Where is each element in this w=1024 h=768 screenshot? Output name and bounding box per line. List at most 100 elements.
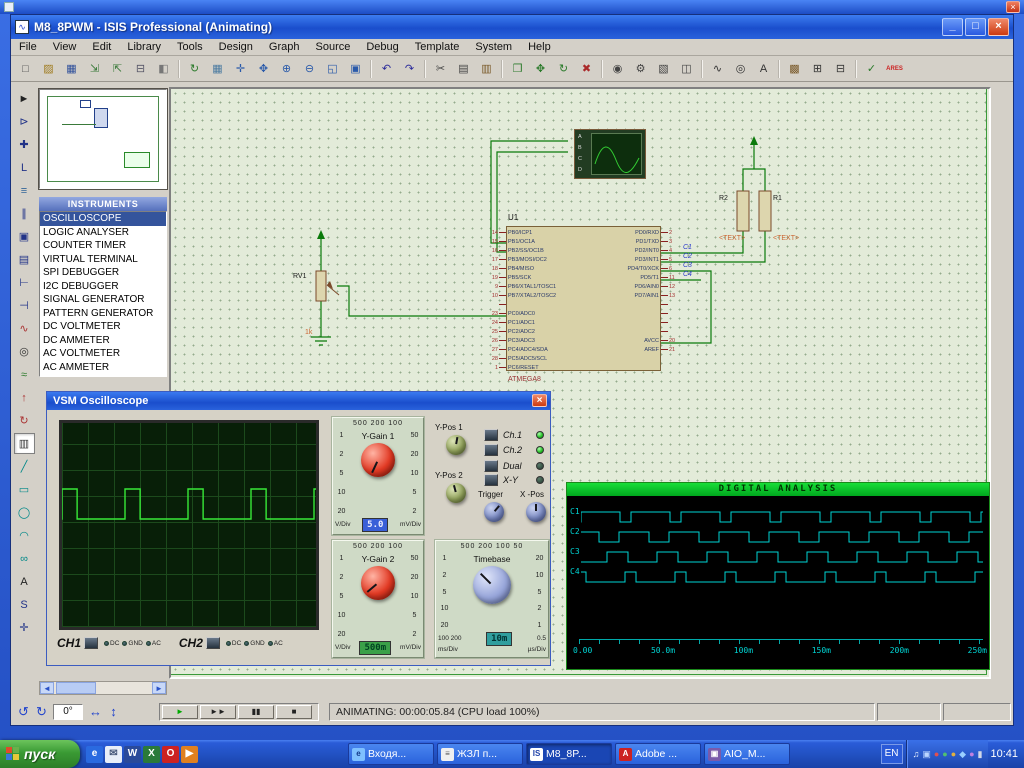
tray-messenger-icon[interactable]: ● — [942, 749, 947, 759]
remove-sheet-icon[interactable]: ⊟ — [830, 59, 851, 79]
pin-mode-icon[interactable]: ⊣ — [14, 295, 35, 316]
oscilloscope-titlebar[interactable]: VSM Oscilloscope × — [47, 392, 550, 410]
maximize-button[interactable]: □ — [965, 18, 986, 36]
net-label[interactable]: C3 — [683, 262, 692, 269]
language-indicator[interactable]: EN — [881, 744, 903, 764]
y-pos2-knob[interactable] — [446, 483, 466, 503]
tray-antivirus-icon[interactable]: ● — [934, 749, 939, 759]
rotation-angle-field[interactable]: 0° — [53, 704, 83, 720]
scroll-thumb[interactable] — [56, 682, 96, 694]
quick-launch-excel-icon[interactable]: X — [143, 746, 160, 763]
ch2-coupling-button[interactable] — [206, 637, 220, 649]
generator-mode-icon[interactable]: ≈ — [14, 364, 35, 385]
electrical-check-icon[interactable]: ✓ — [861, 59, 882, 79]
digital-analysis-titlebar[interactable]: DIGITAL ANALYSIS — [567, 483, 989, 496]
toolbar-separator[interactable] — [178, 60, 180, 78]
open-design-icon[interactable]: ▨ — [38, 59, 59, 79]
instrument-list-item[interactable]: VIRTUAL TERMINAL — [40, 253, 166, 267]
2d-path-mode-icon[interactable]: ∞ — [14, 548, 35, 569]
component-mode-icon[interactable]: ⊳ — [14, 111, 35, 132]
resistor-r1-reference[interactable]: R1 — [773, 195, 782, 202]
print-icon[interactable]: ⊟ — [130, 59, 151, 79]
taskbar-task[interactable]: A Adobe ... — [615, 743, 701, 765]
trigger-knob[interactable] — [484, 502, 504, 522]
cut-icon[interactable]: ✂ — [430, 59, 451, 79]
origin-icon[interactable]: ✛ — [230, 59, 251, 79]
2d-symbol-mode-icon[interactable]: S — [14, 594, 35, 615]
instrument-list-item[interactable]: AC VOLTMETER — [40, 347, 166, 361]
y-pos1-knob[interactable] — [446, 435, 466, 455]
resistor-r2-reference[interactable]: R2 — [719, 195, 728, 202]
mirror-horizontal-icon[interactable]: ↔ — [87, 703, 104, 720]
redo-icon[interactable]: ↷ — [399, 59, 420, 79]
oscilloscope-component[interactable]: ABCD — [574, 129, 646, 179]
pot-reference[interactable]: RV1 — [293, 273, 307, 280]
instrument-list-item[interactable]: I2C DEBUGGER — [40, 280, 166, 294]
menu-item[interactable]: View — [45, 40, 85, 54]
background-window-close-button[interactable]: × — [1006, 1, 1020, 13]
instrument-list-item[interactable]: PATTERN GENERATOR — [40, 307, 166, 321]
property-assignment-icon[interactable]: A — [753, 59, 774, 79]
quick-launch-word-icon[interactable]: W — [124, 746, 141, 763]
menu-item[interactable]: Template — [407, 40, 468, 54]
taskbar-task[interactable]: IS M8_8P... — [526, 743, 612, 765]
quick-launch-ie-icon[interactable]: e — [86, 746, 103, 763]
tray-update-icon[interactable]: ● — [951, 749, 956, 759]
tray-display-icon[interactable]: ◆ — [959, 749, 966, 759]
dual-mode-button[interactable] — [484, 460, 498, 472]
graph-mode-icon[interactable]: ∿ — [14, 318, 35, 339]
zoom-in-icon[interactable]: ⊕ — [276, 59, 297, 79]
x-pos-knob[interactable] — [526, 502, 546, 522]
object-selector-scrollbar[interactable]: ◄ ► — [39, 681, 167, 695]
instrument-list-item[interactable]: DC VOLTMETER — [40, 320, 166, 334]
minimize-button[interactable]: _ — [942, 18, 963, 36]
menu-item[interactable]: File — [11, 40, 45, 54]
toolbar-separator[interactable] — [601, 60, 603, 78]
tray-scheduler-icon[interactable]: ● — [969, 749, 974, 759]
menu-item[interactable]: Help — [520, 40, 559, 54]
menu-item[interactable]: Library — [119, 40, 169, 54]
search-tag-icon[interactable]: ◎ — [730, 59, 751, 79]
pause-button[interactable]: ▮▮ — [238, 705, 274, 719]
2d-marker-mode-icon[interactable]: ✛ — [14, 617, 35, 638]
tape-mode-icon[interactable]: ◎ — [14, 341, 35, 362]
wire-autorouter-icon[interactable]: ∿ — [707, 59, 728, 79]
coupling-option[interactable]: DC — [226, 640, 241, 647]
overview-panel[interactable] — [39, 89, 167, 189]
instrument-list-item[interactable]: DC AMMETER — [40, 334, 166, 348]
step-button[interactable]: ►► — [200, 705, 236, 719]
pot-value[interactable]: 1k — [305, 329, 312, 336]
menu-item[interactable]: Graph — [261, 40, 308, 54]
junction-mode-icon[interactable]: ✚ — [14, 134, 35, 155]
2d-box-mode-icon[interactable]: ▭ — [14, 479, 35, 500]
export-section-icon[interactable]: ⇱ — [107, 59, 128, 79]
quick-launch-media-icon[interactable]: ▶ — [181, 746, 198, 763]
design-explorer-icon[interactable]: ▩ — [784, 59, 805, 79]
net-label[interactable]: C2 — [683, 253, 692, 260]
toolbar-separator[interactable] — [701, 60, 703, 78]
tray-usb-icon[interactable]: ▮ — [978, 749, 983, 759]
packaging-tool-icon[interactable]: ▧ — [653, 59, 674, 79]
net-label[interactable]: C4 — [683, 271, 692, 278]
ch1-coupling-button[interactable] — [84, 637, 98, 649]
timebase-knob[interactable] — [473, 566, 511, 604]
new-sheet-icon[interactable]: ⊞ — [807, 59, 828, 79]
zoom-area-icon[interactable]: ◱ — [322, 59, 343, 79]
toggle-grid-icon[interactable]: ▦ — [207, 59, 228, 79]
menu-item[interactable]: Design — [211, 40, 261, 54]
coupling-option[interactable]: AC — [268, 640, 283, 647]
instruments-mode-icon[interactable]: ▥ — [14, 433, 35, 454]
bus-mode-icon[interactable]: ∥ — [14, 203, 35, 224]
coupling-option[interactable]: GND — [122, 640, 142, 647]
wire-label-mode-icon[interactable]: L — [14, 157, 35, 178]
device-mode-icon[interactable]: ▤ — [14, 249, 35, 270]
start-button[interactable]: пуск — [0, 740, 80, 768]
current-probe-mode-icon[interactable]: ↻ — [14, 410, 35, 431]
toolbar-separator[interactable] — [370, 60, 372, 78]
digital-analysis-window[interactable]: DIGITAL ANALYSIS C1C2C3C4 0.0050.0m100m1… — [566, 482, 990, 670]
2d-circle-mode-icon[interactable]: ◯ — [14, 502, 35, 523]
voltage-probe-mode-icon[interactable]: ↑ — [14, 387, 35, 408]
netlist-ares-icon[interactable]: ARES — [884, 59, 905, 79]
save-design-icon[interactable]: ▦ — [61, 59, 82, 79]
y-gain2-knob[interactable] — [361, 566, 395, 600]
